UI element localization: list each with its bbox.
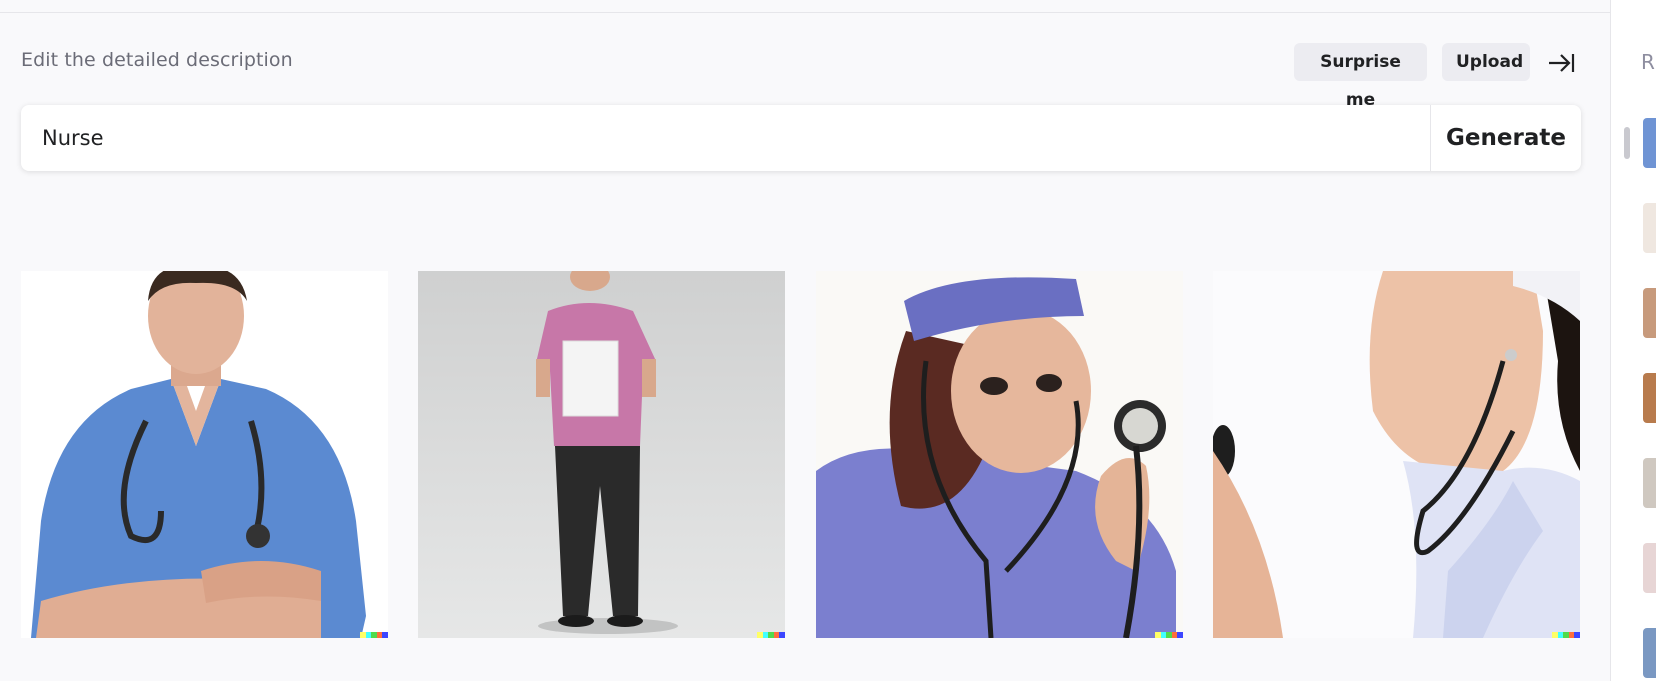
- history-thumbnail[interactable]: [1643, 288, 1656, 338]
- collapse-panel-icon[interactable]: [1546, 49, 1576, 77]
- history-thumbnail[interactable]: [1643, 458, 1656, 508]
- description-label: Edit the detailed description: [21, 49, 293, 71]
- prompt-input[interactable]: [21, 105, 1431, 171]
- watermark: [1552, 632, 1580, 638]
- result-image-3[interactable]: [816, 271, 1183, 638]
- watermark: [757, 632, 785, 638]
- watermark: [1155, 632, 1183, 638]
- result-image-2[interactable]: [418, 271, 785, 638]
- prompt-bar: Generate: [21, 105, 1581, 171]
- upload-button[interactable]: Upload: [1442, 43, 1530, 81]
- result-image-1[interactable]: [21, 271, 388, 638]
- watermark: [360, 632, 388, 638]
- history-thumbnail[interactable]: [1643, 628, 1656, 678]
- history-sidebar: R: [1610, 0, 1656, 681]
- surprise-me-button[interactable]: Surprise me: [1294, 43, 1427, 110]
- scrollbar-thumb[interactable]: [1624, 127, 1630, 159]
- history-thumbnail[interactable]: [1643, 373, 1656, 423]
- history-thumbnail[interactable]: [1643, 543, 1656, 593]
- history-title-initial: R: [1641, 50, 1655, 74]
- main-panel: Edit the detailed description Surprise m…: [0, 0, 1610, 681]
- history-thumbnail[interactable]: [1643, 203, 1656, 253]
- history-thumbnail[interactable]: [1643, 118, 1656, 168]
- result-image-4[interactable]: [1213, 271, 1580, 638]
- generate-button[interactable]: Generate: [1430, 105, 1581, 171]
